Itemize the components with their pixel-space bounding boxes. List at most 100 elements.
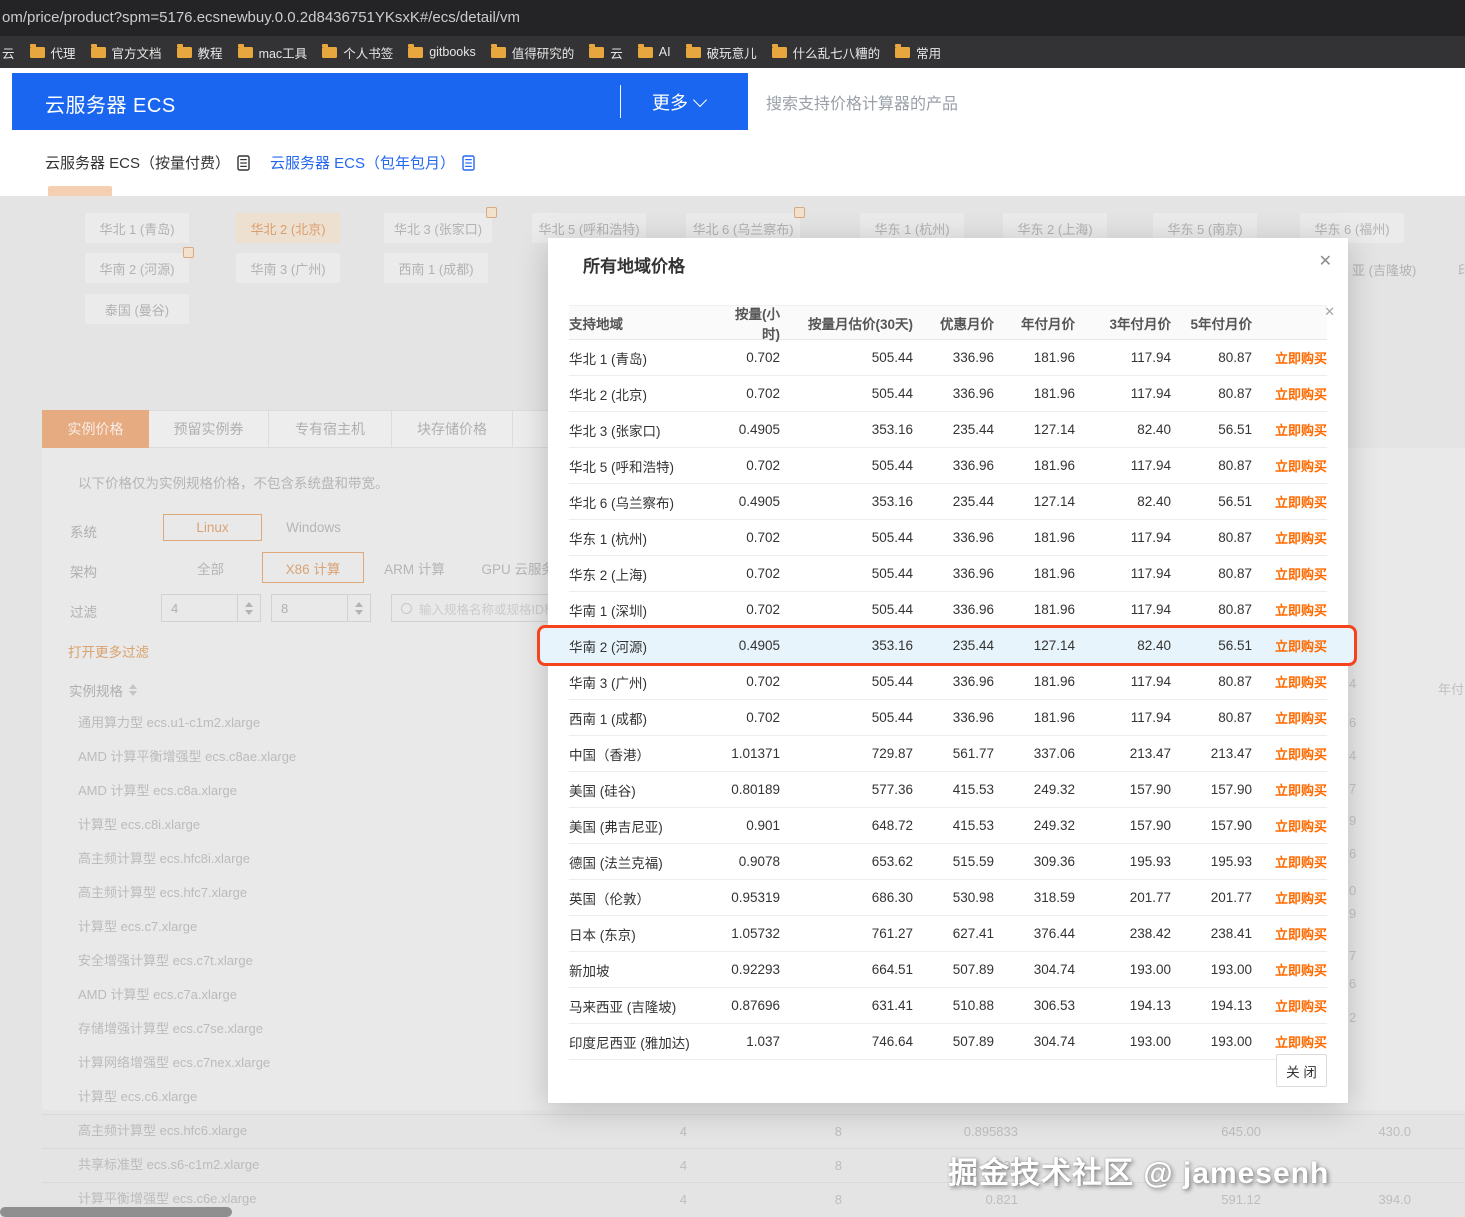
cell-action: 立即购买 — [1252, 996, 1327, 1015]
more-label: 更多 — [652, 89, 688, 115]
bookmark-item[interactable]: 云 — [589, 43, 623, 62]
region-button[interactable]: 泰国 (曼谷) — [85, 294, 189, 324]
buy-now-link[interactable]: 立即购买 — [1275, 927, 1327, 942]
buy-now-link[interactable]: 立即购买 — [1275, 963, 1327, 978]
bookmark-item[interactable]: gitbooks — [408, 45, 476, 59]
bookmark-partial[interactable]: 云 — [2, 43, 15, 62]
region-button-fragment[interactable]: 亚 (吉隆坡) — [1352, 260, 1416, 279]
region-button[interactable]: 华北 2 (北京) — [236, 213, 340, 243]
instance-item[interactable]: AMD 计算型 ecs.c7a.xlarge — [78, 978, 538, 1012]
instance-item[interactable]: 安全增强计算型 ecs.c7t.xlarge — [78, 944, 538, 978]
bookmark-item[interactable]: mac工具 — [238, 43, 308, 62]
region-button[interactable]: 华南 3 (广州) — [236, 253, 340, 283]
arch-option[interactable]: ARM 计算 — [372, 552, 457, 583]
tab-pay-as-you-go[interactable]: 云服务器 ECS（按量付费） — [45, 152, 250, 173]
buy-now-link[interactable]: 立即购买 — [1275, 855, 1327, 870]
cell-region: 华南 2 (河源) — [569, 636, 719, 656]
cell-discount-monthly: 515.59 — [913, 854, 994, 869]
more-button[interactable]: 更多 — [652, 73, 705, 130]
price-tab[interactable]: 实例价格 — [42, 410, 149, 448]
bookmark-label: 官方文档 — [112, 43, 162, 62]
bookmark-item[interactable]: 代理 — [30, 43, 76, 62]
cell-action: 立即购买 — [1252, 888, 1327, 907]
region-button[interactable]: 华北 1 (青岛) — [85, 213, 189, 243]
arch-option[interactable]: 全部 — [183, 552, 238, 583]
bookmark-item[interactable]: AI — [638, 45, 671, 59]
buy-now-link[interactable]: 立即购买 — [1275, 783, 1327, 798]
cell-region: 华北 2 (北京) — [569, 384, 719, 404]
instance-item[interactable]: 通用算力型 ecs.u1-c1m2.xlarge — [78, 706, 538, 740]
price-tab[interactable]: 专有宿主机 — [269, 410, 392, 448]
region-label: 华南 2 (河源) — [99, 259, 174, 278]
buy-now-link[interactable]: 立即购买 — [1275, 351, 1327, 366]
instance-item[interactable]: 高主频计算型 ecs.hfc7.xlarge — [78, 876, 538, 910]
buy-now-link[interactable]: 立即购买 — [1275, 891, 1327, 906]
bookmark-item[interactable]: 个人书签 — [322, 43, 393, 62]
table-close-icon[interactable]: ✕ — [1324, 304, 1335, 320]
buy-now-link[interactable]: 立即购买 — [1275, 387, 1327, 402]
price-tab[interactable]: 预留实例券 — [149, 410, 269, 448]
browser-url-bar[interactable]: om/price/product?spm=5176.ecsnewbuy.0.0.… — [0, 0, 1465, 36]
price-tab[interactable]: 块存储价格 — [392, 410, 513, 448]
buy-now-link[interactable]: 立即购买 — [1275, 747, 1327, 762]
cell-yearly-monthly: 181.96 — [994, 710, 1075, 725]
buy-now-link[interactable]: 立即购买 — [1275, 819, 1327, 834]
spec-column-header-label: 实例规格 — [69, 680, 123, 700]
system-option[interactable]: Linux — [163, 514, 262, 541]
tab-subscription[interactable]: 云服务器 ECS（包年包月） — [270, 152, 475, 173]
buy-now-link[interactable]: 立即购买 — [1275, 603, 1327, 618]
bookmark-label: gitbooks — [429, 45, 476, 59]
cpu-stepper[interactable]: 4 — [161, 594, 261, 622]
buy-now-link[interactable]: 立即购买 — [1275, 567, 1327, 582]
cell-yearly-monthly: 181.96 — [994, 566, 1075, 581]
instance-item[interactable]: AMD 计算平衡增强型 ecs.c8ae.xlarge — [78, 740, 538, 774]
region-button[interactable]: 华北 3 (张家口) — [384, 213, 492, 243]
arch-option[interactable]: X86 计算 — [262, 552, 364, 583]
product-search-input[interactable]: 搜索支持价格计算器的产品 — [748, 73, 1465, 130]
instance-item[interactable]: 计算型 ecs.c6.xlarge — [78, 1080, 538, 1114]
buy-now-link[interactable]: 立即购买 — [1275, 675, 1327, 690]
stepper-arrows[interactable] — [237, 595, 260, 621]
more-filters-link[interactable]: 打开更多过滤 — [68, 641, 149, 661]
cell-yearly-monthly: 181.96 — [994, 350, 1075, 365]
buy-now-link[interactable]: 立即购买 — [1275, 639, 1327, 654]
instance-item[interactable]: 计算型 ecs.c8i.xlarge — [78, 808, 538, 842]
bookmark-item[interactable]: 教程 — [177, 43, 223, 62]
cell-monthly-estimate: 505.44 — [780, 566, 913, 581]
cell-hourly: 0.702 — [719, 530, 780, 545]
bookmark-item[interactable]: 破玩意儿 — [686, 43, 757, 62]
instance-item[interactable]: 存储增强计算型 ecs.c7se.xlarge — [78, 1012, 538, 1046]
bookmark-label: 什么乱七八糟的 — [793, 43, 881, 62]
close-icon[interactable]: ✕ — [1319, 251, 1332, 271]
region-button[interactable]: 华南 2 (河源) — [85, 253, 189, 283]
buy-now-link[interactable]: 立即购买 — [1275, 711, 1327, 726]
buy-now-link[interactable]: 立即购买 — [1275, 495, 1327, 510]
background-cell: 430.0 — [1311, 1115, 1411, 1149]
horizontal-scrollbar[interactable] — [0, 1207, 232, 1217]
close-button[interactable]: 关 闭 — [1276, 1054, 1327, 1087]
system-option[interactable]: Windows — [276, 514, 351, 541]
region-button[interactable]: 西南 1 (成都) — [384, 253, 488, 283]
buy-now-link[interactable]: 立即购买 — [1275, 423, 1327, 438]
memory-stepper[interactable]: 8 — [271, 594, 371, 622]
stepper-arrows[interactable] — [347, 595, 370, 621]
instance-item[interactable]: 高主频计算型 ecs.hfc8i.xlarge — [78, 842, 538, 876]
cell-action: 立即购买 — [1252, 744, 1327, 763]
bookmark-item[interactable]: 什么乱七八糟的 — [772, 43, 881, 62]
buy-now-link[interactable]: 立即购买 — [1275, 459, 1327, 474]
spec-column-header[interactable]: 实例规格 — [69, 680, 137, 700]
instance-item[interactable]: 计算型 ecs.c7.xlarge — [78, 910, 538, 944]
bookmark-item[interactable]: 常用 — [895, 43, 941, 62]
bookmark-label: mac工具 — [259, 43, 308, 62]
bookmark-item[interactable]: 官方文档 — [91, 43, 162, 62]
table-row: 日本 (东京)1.05732761.27627.41376.44238.4223… — [569, 916, 1327, 952]
instance-item[interactable]: AMD 计算型 ecs.c8a.xlarge — [78, 774, 538, 808]
cell-yearly-monthly: 318.59 — [994, 890, 1075, 905]
bookmark-item[interactable]: 值得研究的 — [491, 43, 575, 62]
buy-now-link[interactable]: 立即购买 — [1275, 999, 1327, 1014]
buy-now-link[interactable]: 立即购买 — [1275, 531, 1327, 546]
cell-3year-monthly: 117.94 — [1075, 566, 1171, 581]
buy-now-link[interactable]: 立即购买 — [1275, 1035, 1327, 1050]
region-button-fragment[interactable]: 印 — [1458, 260, 1465, 279]
instance-item[interactable]: 计算网络增强型 ecs.c7nex.xlarge — [78, 1046, 538, 1080]
